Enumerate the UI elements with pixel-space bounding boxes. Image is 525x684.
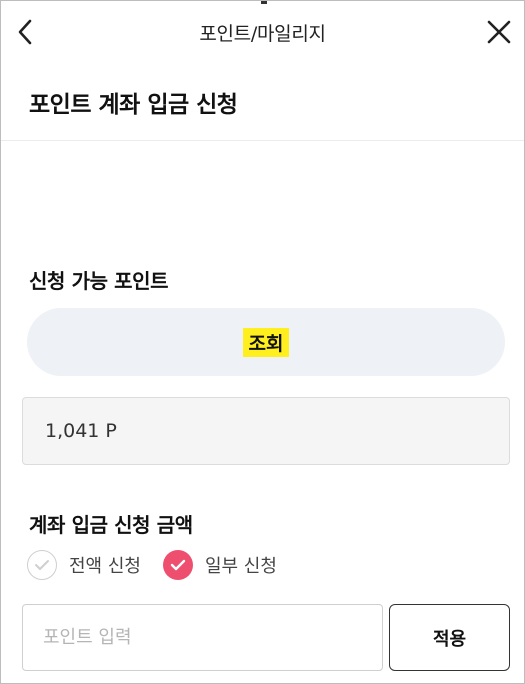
header-title: 포인트/마일리지 xyxy=(199,23,326,45)
close-button[interactable] xyxy=(484,15,514,49)
lookup-button-label: 조회 xyxy=(242,327,290,357)
header-divider xyxy=(1,140,524,141)
request-type-radio-group: 전액 신청 일부 신청 xyxy=(27,550,299,580)
full-request-option[interactable]: 전액 신청 xyxy=(27,550,141,580)
full-request-label: 전액 신청 xyxy=(69,556,141,577)
page-title: 포인트 계좌 입금 신청 xyxy=(29,92,238,118)
partial-request-label: 일부 신청 xyxy=(204,556,277,577)
available-points-label: 신청 가능 포인트 xyxy=(29,269,169,293)
top-bar: 포인트/마일리지 xyxy=(1,1,524,65)
close-icon xyxy=(487,20,511,44)
available-points-display: 1,041 P xyxy=(22,397,510,465)
available-points-value: 1,041 P xyxy=(45,420,117,442)
lookup-button[interactable]: 조회 xyxy=(27,308,505,376)
apply-button[interactable]: 적용 xyxy=(389,604,510,671)
request-amount-label: 계좌 입금 신청 금액 xyxy=(29,513,193,537)
checked-circle-icon[interactable] xyxy=(162,550,193,580)
app-frame: 포인트/마일리지 포인트 계좌 입금 신청 신청 가능 포인트 조회 1,041… xyxy=(0,0,525,684)
partial-request-option[interactable]: 일부 신청 xyxy=(162,550,277,580)
point-amount-input[interactable] xyxy=(22,604,383,671)
unchecked-circle-icon[interactable] xyxy=(27,550,57,580)
